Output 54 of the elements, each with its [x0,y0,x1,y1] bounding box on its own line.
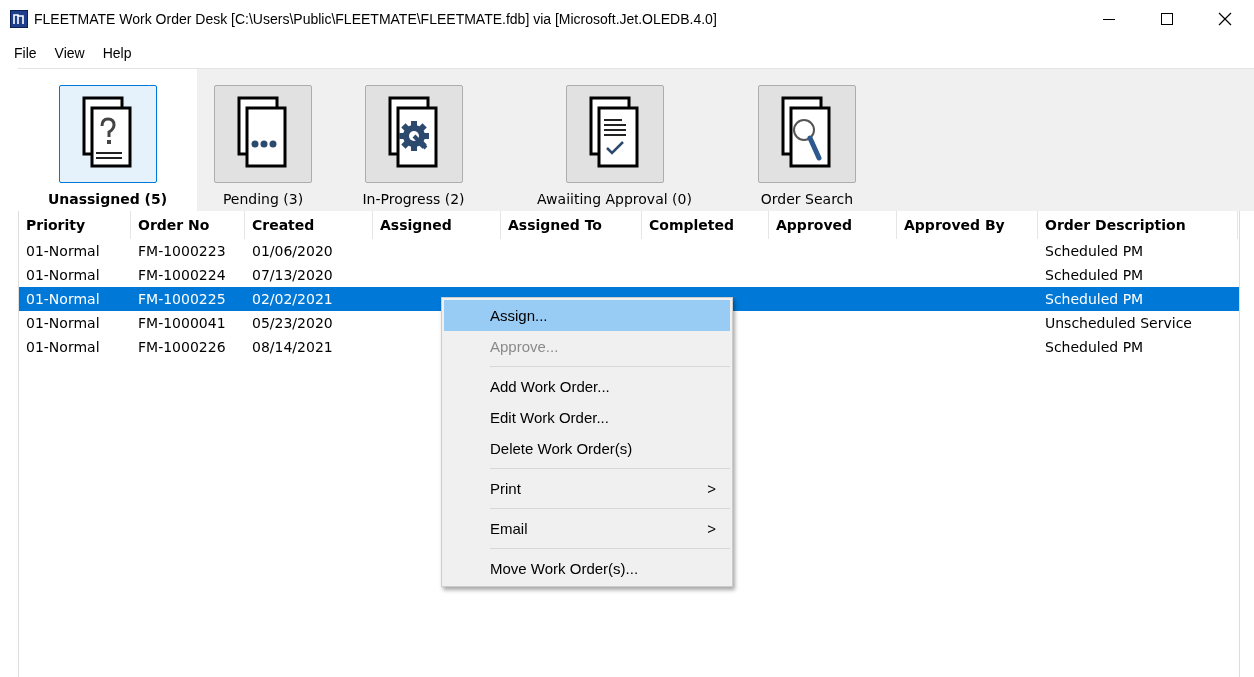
table-cell-text: FM-1000225 [137,291,227,307]
menu-item-label: Add Work Order... [490,378,610,395]
menu-item-label: Delete Work Order(s) [490,440,633,457]
table-cell-text: FM-1000224 [137,267,227,283]
table-cell-text: 02/02/2021 [251,291,334,307]
window-title: FLEETMATE Work Order Desk [C:\Users\Public\FLEETMATE\FLEETMATE.fdb] via [Microsoft.Jet.OLEDB.4.0] [34,11,717,27]
menu-item[interactable]: Email > [444,513,730,544]
menu-item-label: Email [490,520,528,537]
menu-item-label: Print [490,480,521,497]
table-cell-text: Unscheduled Service [1044,315,1193,331]
table-cell-text: 01/06/2020 [251,243,334,259]
table-cell-text: Scheduled PM [1044,339,1145,355]
menu-item[interactable]: Move Work Order(s)... [444,553,730,584]
table-cell-text: 01-Normal [25,339,101,355]
table-cell-text: 01-Normal [25,315,101,331]
menu-item[interactable]: View [52,43,87,63]
table-cell-text: FM-1000223 [137,243,227,259]
table-cell-text: FM-1000226 [137,339,227,355]
maximize-button[interactable] [1160,12,1174,26]
table-cell-text: 05/23/2020 [251,315,334,331]
table-cell-text: FM-1000041 [137,315,227,331]
table-cell-text: 01-Normal [25,243,101,259]
tab[interactable]: Unassigned (5) [18,69,197,211]
menu-item-label: Assign... [490,307,548,324]
menu-item[interactable]: Assign... [444,300,730,331]
column-header[interactable]: Approved [769,211,897,239]
column-header[interactable]: Order No [131,211,245,239]
menu-item-label: Approve... [490,338,559,355]
table-cell-text: Scheduled PM [1044,291,1145,307]
menu-item[interactable]: Edit Work Order... [444,402,730,433]
menu-item[interactable]: Help [100,43,134,63]
table-cell-text: Scheduled PM [1044,267,1145,283]
column-header[interactable]: Approved By [897,211,1038,239]
column-header[interactable]: Priority [19,211,131,239]
table-cell-text: 08/14/2021 [251,339,334,355]
table-cell-text: Scheduled PM [1044,243,1145,259]
submenu-arrow: > [707,480,716,497]
column-header[interactable]: Completed [642,211,769,239]
submenu-arrow: > [707,520,716,537]
menu-item-label: Edit Work Order... [490,409,609,426]
table-cell-text: 07/13/2020 [251,267,334,283]
column-header[interactable]: Created [245,211,373,239]
table-cell-text: 01-Normal [25,267,101,283]
menu-item[interactable]: Print > [444,473,730,504]
menu-item-label: Move Work Order(s)... [490,560,639,577]
column-header[interactable]: Assigned To [501,211,642,239]
menu-item[interactable]: File [12,43,39,63]
close-button[interactable] [1218,12,1232,26]
menu-item[interactable]: Add Work Order... [444,371,730,402]
table-cell-text: 01-Normal [25,291,101,307]
app-icon [10,10,28,28]
menu-item[interactable]: Delete Work Order(s) [444,433,730,464]
column-header[interactable]: Assigned [373,211,501,239]
column-header[interactable]: Order Description [1038,211,1238,239]
